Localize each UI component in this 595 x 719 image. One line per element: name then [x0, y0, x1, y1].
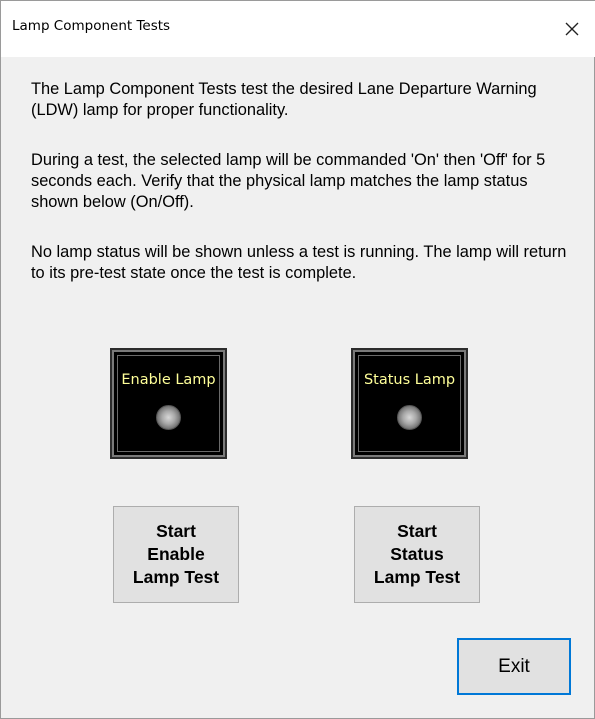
- description-paragraph-3: No lamp status will be shown unless a te…: [31, 243, 567, 282]
- lamp-component-tests-dialog: Lamp Component Tests The Lamp Component …: [0, 0, 595, 719]
- close-icon: [565, 22, 579, 36]
- status-lamp-label: Status Lamp: [363, 372, 456, 388]
- description-paragraph-2: During a test, the selected lamp will be…: [31, 151, 546, 211]
- close-button[interactable]: [549, 1, 595, 57]
- status-lamp-indicator: Status Lamp: [351, 348, 468, 459]
- description-paragraph-1: The Lamp Component Tests test the desire…: [31, 80, 537, 119]
- window-title: Lamp Component Tests: [12, 18, 171, 34]
- enable-lamp-label: Enable Lamp: [121, 372, 216, 388]
- enable-lamp-bulb-icon: [156, 405, 181, 430]
- title-bar: Lamp Component Tests: [1, 1, 595, 57]
- enable-lamp-indicator: Enable Lamp: [110, 348, 227, 459]
- start-status-lamp-test-button[interactable]: Start Status Lamp Test: [354, 506, 480, 603]
- status-lamp-bulb-icon: [397, 405, 422, 430]
- start-enable-lamp-test-button[interactable]: Start Enable Lamp Test: [113, 506, 239, 603]
- exit-button[interactable]: Exit: [457, 638, 571, 695]
